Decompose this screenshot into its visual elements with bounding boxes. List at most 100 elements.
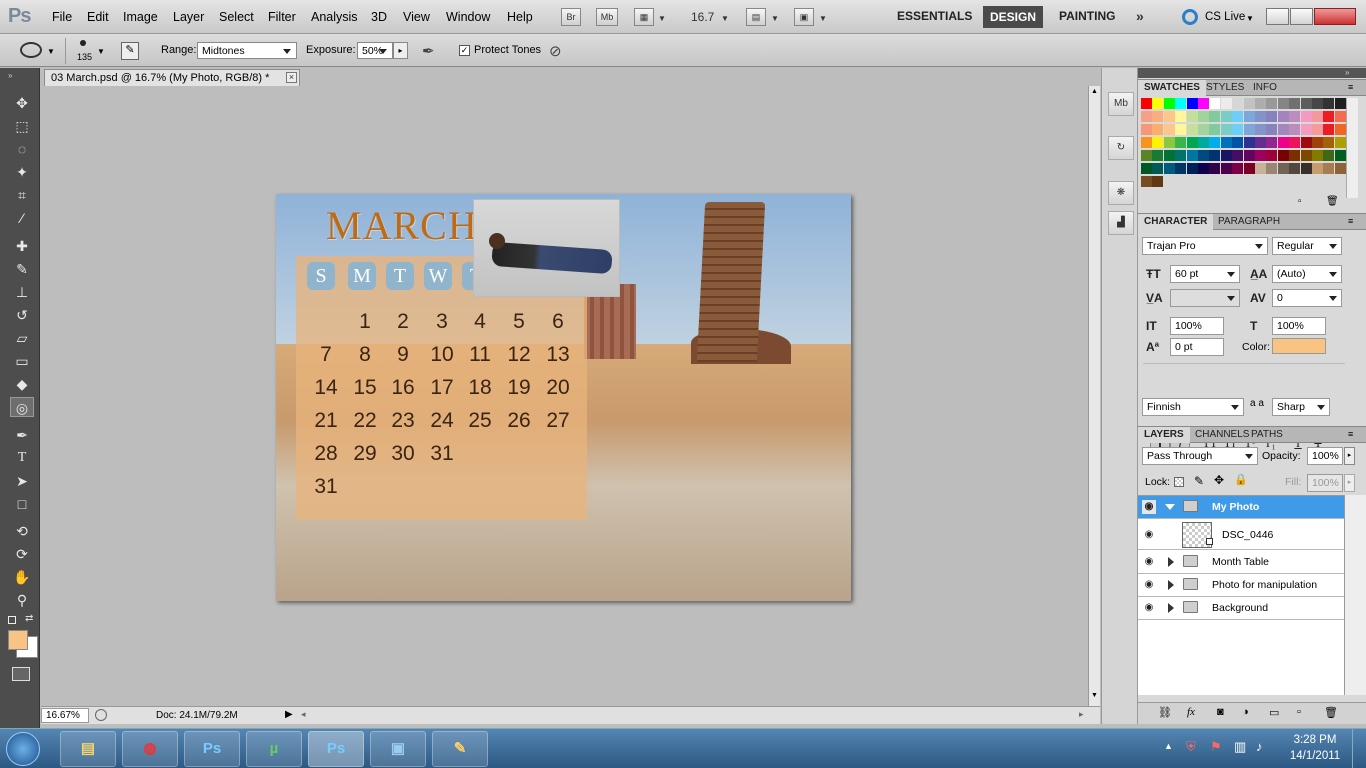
document-tab[interactable]: 03 March.psd @ 16.7% (My Photo, RGB/8) * <box>44 69 300 86</box>
vertical-scrollbar[interactable]: ▲ ▼ <box>1088 86 1100 706</box>
network-tray-icon[interactable]: ▥ <box>1234 739 1246 755</box>
expand-group-icon[interactable] <box>1168 603 1174 613</box>
color-swatch[interactable] <box>1175 163 1187 174</box>
foreground-color-swatch[interactable] <box>8 630 28 650</box>
opacity-slider-button[interactable]: ▸ <box>1344 447 1355 465</box>
picture-viewer-taskbar-icon[interactable]: ▣ <box>370 731 426 767</box>
color-swatch[interactable] <box>1289 137 1301 148</box>
layer-row-photo-for-manipulation[interactable]: ◉ Photo for manipulation <box>1138 574 1344 597</box>
cs-live-button[interactable]: CS Live <box>1205 11 1245 23</box>
color-swatch[interactable] <box>1163 111 1175 122</box>
color-swatch[interactable] <box>1232 124 1244 135</box>
blur-tool-icon[interactable]: ◆ <box>10 374 34 394</box>
maximize-button[interactable] <box>1290 8 1313 25</box>
menu-layer[interactable]: Layer <box>173 10 204 24</box>
color-swatch[interactable] <box>1141 98 1152 109</box>
color-swatch[interactable] <box>1163 98 1175 109</box>
color-swatch[interactable] <box>1232 150 1244 161</box>
paint-taskbar-icon[interactable]: ✎ <box>432 731 488 767</box>
menu-3d[interactable]: 3D <box>371 10 387 24</box>
color-swatch[interactable] <box>1323 111 1335 122</box>
expand-group-icon[interactable] <box>1168 557 1174 567</box>
color-swatch[interactable] <box>1186 98 1198 109</box>
color-swatch[interactable] <box>1243 98 1255 109</box>
new-swatch-icon[interactable]: ▫ <box>1298 196 1302 207</box>
new-group-icon[interactable]: ▭ <box>1269 706 1279 719</box>
crop-tool-icon[interactable]: ⌗ <box>10 185 34 205</box>
clock-time[interactable]: 3:28 PM <box>1290 734 1340 746</box>
color-swatch[interactable] <box>1163 137 1175 148</box>
color-swatch[interactable] <box>1255 137 1266 148</box>
color-swatch[interactable] <box>1198 163 1209 174</box>
color-swatch[interactable] <box>1312 137 1323 148</box>
menu-view[interactable]: View <box>403 10 430 24</box>
protect-tones-checkbox[interactable]: ✓ <box>459 45 470 56</box>
photoshop-active-taskbar-icon[interactable]: Ps <box>308 731 364 767</box>
color-swatch[interactable] <box>1289 163 1301 174</box>
zoom-tool-icon[interactable]: ⚲ <box>10 590 34 610</box>
menu-filter[interactable]: Filter <box>268 10 296 24</box>
color-swatch[interactable] <box>1209 163 1221 174</box>
start-button[interactable] <box>6 732 40 766</box>
delete-layer-icon[interactable]: 🗑 <box>1324 706 1338 719</box>
color-swatch[interactable] <box>1141 150 1152 161</box>
color-swatch[interactable] <box>1220 150 1232 161</box>
color-swatch[interactable] <box>1266 124 1278 135</box>
color-swatch[interactable] <box>1243 111 1255 122</box>
visibility-eye-icon[interactable]: ◉ <box>1142 578 1156 592</box>
color-swatch[interactable] <box>1323 137 1335 148</box>
horizontal-scale-input[interactable]: 100% <box>1272 317 1326 335</box>
color-swatch[interactable] <box>1175 150 1187 161</box>
font-size-input[interactable]: 60 pt <box>1170 265 1240 283</box>
color-swatch[interactable] <box>1277 111 1289 122</box>
fill-slider-button[interactable]: ▸ <box>1344 474 1355 492</box>
color-swatch[interactable] <box>1266 163 1278 174</box>
kerning-input[interactable] <box>1170 289 1240 307</box>
layer-name[interactable]: Month Table <box>1212 556 1269 568</box>
eraser-tool-icon[interactable]: ▱ <box>10 328 34 348</box>
color-swatch[interactable] <box>1277 163 1289 174</box>
color-swatch[interactable] <box>1277 124 1289 135</box>
zoom-percent-input[interactable]: 16.67% <box>41 708 89 723</box>
color-swatch[interactable] <box>1152 124 1164 135</box>
color-swatch[interactable] <box>1266 98 1278 109</box>
color-swatch[interactable] <box>1220 124 1232 135</box>
show-hidden-icons[interactable]: ▲ <box>1164 741 1173 751</box>
color-swatch[interactable] <box>1141 163 1152 174</box>
layer-name[interactable]: DSC_0446 <box>1222 529 1273 541</box>
chevron-down-icon[interactable]: ▼ <box>1246 14 1254 23</box>
color-swatch[interactable] <box>1277 137 1289 148</box>
brush-panel-icon[interactable]: ✎ <box>121 42 139 60</box>
chevron-down-icon[interactable]: ▼ <box>658 14 666 23</box>
color-swatch[interactable] <box>1152 150 1164 161</box>
menu-analysis[interactable]: Analysis <box>311 10 358 24</box>
color-swatch[interactable] <box>1152 163 1164 174</box>
layer-row-background[interactable]: ◉ Background <box>1138 597 1344 620</box>
color-swatch[interactable] <box>1198 137 1209 148</box>
clone-stamp-tool-icon[interactable]: ⊥ <box>10 282 34 302</box>
tablet-pressure-icon[interactable]: ⊘ <box>549 42 562 60</box>
lock-position-icon[interactable]: ✥ <box>1214 473 1224 487</box>
menu-edit[interactable]: Edit <box>87 10 109 24</box>
menu-image[interactable]: Image <box>123 10 158 24</box>
color-swatch[interactable] <box>1255 98 1266 109</box>
exposure-input[interactable]: 50% <box>357 42 393 59</box>
collapse-panels-icon[interactable]: » <box>1345 68 1349 77</box>
color-swatch[interactable] <box>1312 150 1323 161</box>
color-swatch[interactable] <box>1163 150 1175 161</box>
tab-info[interactable]: INFO <box>1247 80 1283 96</box>
chrome-taskbar-icon[interactable]: ◍ <box>122 731 178 767</box>
sponge-tool-preset-icon[interactable] <box>20 42 42 58</box>
brush-preview-icon[interactable] <box>80 40 86 46</box>
color-swatch[interactable] <box>1323 124 1335 135</box>
visibility-eye-icon[interactable]: ◉ <box>1142 555 1156 569</box>
brush-tool-icon[interactable]: ✎ <box>10 259 34 279</box>
panel-menu-icon[interactable]: ≡ <box>1348 216 1353 226</box>
shape-tool-icon[interactable]: □ <box>10 494 34 514</box>
zoom-dropdown-icon[interactable]: ▼ <box>721 14 729 23</box>
color-swatch[interactable] <box>1175 98 1187 109</box>
color-swatch[interactable] <box>1334 137 1346 148</box>
lock-transparency-icon[interactable] <box>1174 477 1184 487</box>
layer-row-my-photo[interactable]: ◉ My Photo <box>1138 496 1344 519</box>
new-layer-icon[interactable]: ▫ <box>1297 706 1301 718</box>
